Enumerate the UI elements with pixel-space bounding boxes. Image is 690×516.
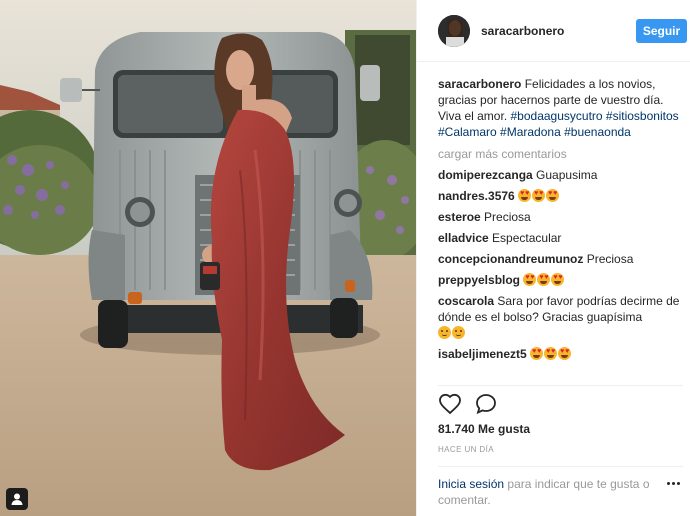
login-link[interactable]: Inicia sesión — [438, 477, 504, 491]
comment-item: esteroe Preciosa — [438, 209, 683, 225]
comment-icon[interactable] — [474, 392, 498, 416]
post-photo[interactable] — [0, 0, 416, 516]
comment-item: coscarola Sara por favor podrías decirme… — [438, 293, 683, 341]
caption: saracarbonero Felicidades a los novios, … — [438, 76, 683, 140]
hashtag[interactable]: #Calamaro — [438, 125, 497, 139]
hashtag[interactable]: #sitiosbonitos — [606, 109, 679, 123]
divider — [438, 385, 683, 386]
comment-item: domiperezcanga Guapusima — [438, 167, 683, 183]
heart-eyes-emoji-icon — [551, 273, 565, 286]
comment-item: preppyelsblog — [438, 272, 683, 288]
comment-item: isabeljimenezt5 — [438, 346, 683, 362]
comment-username[interactable]: preppyelsblog — [438, 273, 520, 287]
heart-eyes-emoji-icon — [544, 347, 558, 360]
heart-eyes-emoji-icon — [532, 189, 546, 202]
hashtag[interactable]: #buenaonda — [564, 125, 631, 139]
hashtag[interactable]: #Maradona — [500, 125, 561, 139]
comment-username[interactable]: concepcionandreumunoz — [438, 252, 583, 266]
login-prompt: Inicia sesión para indicar que te gusta … — [438, 476, 653, 508]
heart-icon[interactable] — [438, 392, 462, 416]
comment-item: elladvice Espectacular — [438, 230, 683, 246]
comment-item: nandres.3576 — [438, 188, 683, 204]
comment-username[interactable]: domiperezcanga — [438, 168, 533, 182]
load-more-comments[interactable]: cargar más comentarios — [438, 146, 683, 162]
avatar[interactable] — [438, 15, 470, 47]
comment-username[interactable]: esteroe — [438, 210, 481, 224]
hashtag[interactable]: #bodaagusycutro — [511, 109, 603, 123]
comment-text: Guapusima — [536, 168, 598, 182]
post-header: saracarbonero Seguir — [417, 0, 690, 62]
heart-eyes-emoji-icon — [558, 347, 572, 360]
caption-username[interactable]: saracarbonero — [438, 77, 521, 91]
photo-image — [0, 0, 416, 516]
like-count[interactable]: 81.740 Me gusta — [438, 422, 530, 436]
heart-eyes-emoji-icon — [523, 273, 537, 286]
comment-username[interactable]: elladvice — [438, 231, 489, 245]
comment-text: Espectacular — [492, 231, 562, 245]
comment-username[interactable]: coscarola — [438, 294, 494, 308]
blush-emoji-icon — [438, 326, 451, 339]
divider — [438, 466, 683, 467]
heart-eyes-emoji-icon — [537, 273, 551, 286]
action-bar — [438, 392, 498, 416]
comments-list: saracarbonero Felicidades a los novios, … — [438, 76, 683, 362]
header-username[interactable]: saracarbonero — [481, 24, 564, 38]
follow-button[interactable]: Seguir — [636, 19, 687, 43]
post-timestamp[interactable]: HACE UN DÍA — [438, 445, 494, 454]
user-tag-icon[interactable] — [6, 488, 28, 510]
comment-username[interactable]: nandres.3576 — [438, 189, 515, 203]
more-options-icon[interactable] — [667, 476, 685, 490]
heart-eyes-emoji-icon — [530, 347, 544, 360]
heart-eyes-emoji-icon — [546, 189, 560, 202]
blush-emoji-icon — [452, 326, 465, 339]
post-details-panel: saracarbonero Seguir saracarbonero Felic… — [416, 0, 690, 516]
heart-eyes-emoji-icon — [518, 189, 532, 202]
comment-username[interactable]: isabeljimenezt5 — [438, 347, 527, 361]
comment-item: concepcionandreumunoz Preciosa — [438, 251, 683, 267]
comment-text: Preciosa — [484, 210, 531, 224]
comment-text: Preciosa — [586, 252, 634, 266]
